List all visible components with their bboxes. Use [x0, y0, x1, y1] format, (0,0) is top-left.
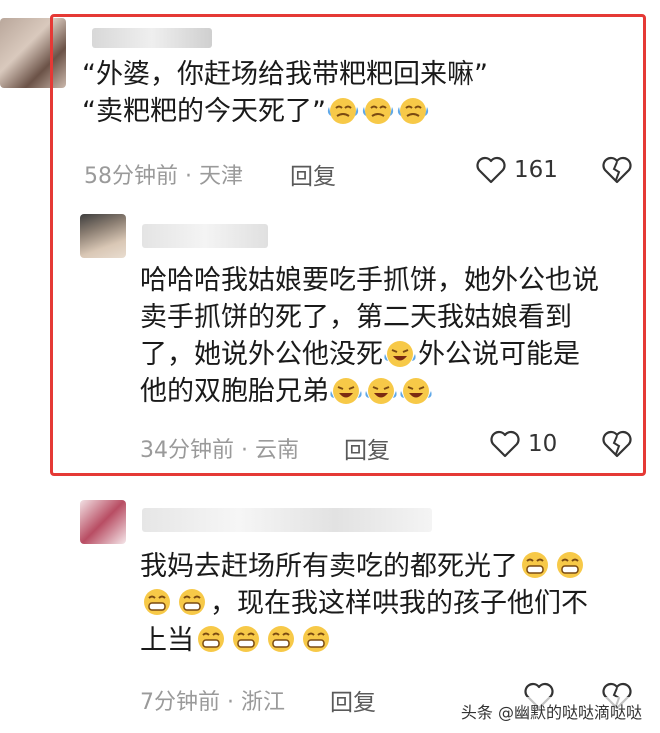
broken-heart-icon[interactable]	[602, 156, 632, 184]
laughing-crying-emoji	[365, 378, 397, 404]
avatar[interactable]	[80, 500, 126, 544]
tearful-emoji	[327, 98, 359, 124]
laughing-crying-emoji	[400, 378, 432, 404]
tearful-emoji	[362, 98, 394, 124]
reply-button[interactable]: 回复	[330, 683, 376, 717]
laughing-crying-emoji	[384, 341, 416, 367]
grinning-emoji	[268, 626, 294, 652]
grinning-emoji	[233, 626, 259, 652]
laughing-crying-emoji	[330, 378, 362, 404]
heart-icon[interactable]	[490, 430, 520, 458]
comment-time-location: 7分钟前 · 浙江	[140, 690, 285, 715]
reply-button[interactable]: 回复	[290, 157, 336, 191]
grinning-emoji	[198, 626, 224, 652]
comment-text: 哈哈哈我姑娘要吃手抓饼，她外公也说 卖手抓饼的死了，第二天我姑娘看到 了，她说外…	[140, 265, 599, 407]
username-blurred	[142, 508, 432, 532]
comment-time-location: 58分钟前 · 天津	[84, 164, 243, 189]
tearful-emoji	[397, 98, 429, 124]
watermark: 头条 @幽默的哒哒滴哒哒	[456, 697, 646, 725]
comment-text: 我妈去赶场所有卖吃的都死光了 ，现在我这样哄我的孩子他们不 上当	[140, 551, 588, 656]
grinning-emoji	[144, 589, 170, 615]
comment-time-location: 34分钟前 · 云南	[140, 438, 299, 463]
broken-heart-icon[interactable]	[602, 430, 632, 458]
grinning-emoji	[557, 552, 583, 578]
grinning-emoji	[179, 589, 205, 615]
comment-text: “外婆，你赶场给我带粑粑回来嘛” “卖粑粑的今天死了”	[82, 59, 488, 127]
heart-icon[interactable]	[476, 156, 506, 184]
reply-button[interactable]: 回复	[344, 431, 390, 465]
like-count: 161	[514, 157, 558, 183]
like-count: 10	[528, 431, 558, 457]
grinning-emoji	[303, 626, 329, 652]
avatar[interactable]	[80, 214, 126, 258]
grinning-emoji	[522, 552, 548, 578]
username-blurred	[142, 224, 268, 248]
